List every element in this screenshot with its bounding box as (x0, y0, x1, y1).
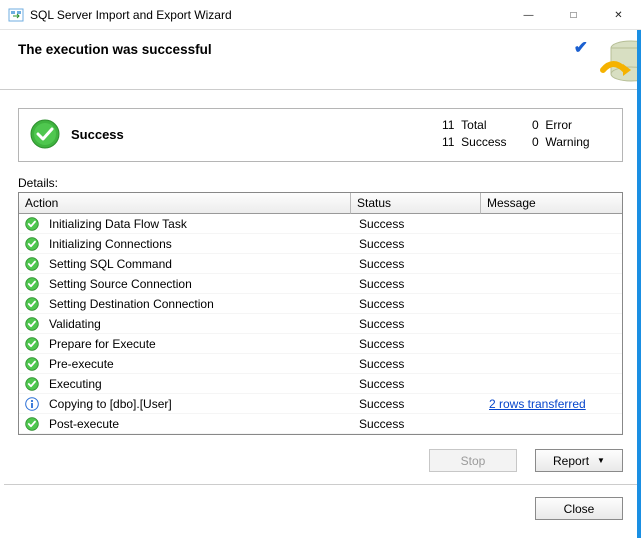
warning-count: 0 (532, 135, 539, 149)
table-row[interactable]: Prepare for ExecuteSuccess (19, 334, 622, 354)
table-row[interactable]: Initializing Data Flow TaskSuccess (19, 214, 622, 234)
success-label: Success (461, 135, 506, 149)
table-row[interactable]: Setting SQL CommandSuccess (19, 254, 622, 274)
window-title: SQL Server Import and Export Wizard (30, 8, 506, 22)
row-action: Executing (45, 377, 355, 391)
header-graphic-icon (591, 30, 641, 90)
report-button[interactable]: Report ▼ (535, 449, 623, 472)
row-status: Success (355, 277, 485, 291)
row-action: Copying to [dbo].[User] (45, 397, 355, 411)
success-icon (19, 297, 45, 311)
message-link[interactable]: 2 rows transferred (489, 397, 586, 411)
table-row[interactable]: Post-executeSuccess (19, 414, 622, 434)
summary-box: Success 11 Total 11 Success 0 Error 0 Wa… (18, 108, 623, 162)
row-status: Success (355, 257, 485, 271)
success-checkmark-icon: ✔ (574, 38, 588, 58)
close-button-label: Close (564, 502, 595, 516)
total-label: Total (461, 118, 486, 132)
row-message: 2 rows transferred (485, 397, 622, 411)
row-status: Success (355, 397, 485, 411)
row-action: Prepare for Execute (45, 337, 355, 351)
chevron-down-icon: ▼ (597, 456, 605, 465)
success-icon (19, 377, 45, 391)
row-action: Pre-execute (45, 357, 355, 371)
success-icon (19, 217, 45, 231)
action-button-row: Stop Report ▼ (0, 435, 641, 472)
success-icon (19, 317, 45, 331)
row-action: Validating (45, 317, 355, 331)
col-message[interactable]: Message (481, 193, 622, 214)
error-count: 0 (532, 118, 539, 132)
window-buttons: — □ ✕ (506, 0, 641, 29)
grid-header: Action Status Message (19, 193, 622, 214)
col-action[interactable]: Action (19, 193, 351, 214)
table-row[interactable]: Initializing ConnectionsSuccess (19, 234, 622, 254)
row-action: Setting SQL Command (45, 257, 355, 271)
warning-label: Warning (545, 135, 589, 149)
success-icon (19, 417, 45, 431)
report-button-label: Report (553, 454, 589, 468)
row-action: Initializing Data Flow Task (45, 217, 355, 231)
row-action: Setting Destination Connection (45, 297, 355, 311)
row-status: Success (355, 297, 485, 311)
row-status: Success (355, 317, 485, 331)
error-label: Error (545, 118, 572, 132)
footer: Close (0, 485, 641, 532)
table-row[interactable]: ValidatingSuccess (19, 314, 622, 334)
minimize-button[interactable]: — (506, 0, 551, 30)
row-status: Success (355, 377, 485, 391)
stop-button: Stop (429, 449, 517, 472)
header-band: The execution was successful ✔ (0, 30, 641, 90)
close-button[interactable]: Close (535, 497, 623, 520)
table-row[interactable]: Setting Destination ConnectionSuccess (19, 294, 622, 314)
right-edge-strip (637, 30, 641, 538)
table-row[interactable]: Setting Source ConnectionSuccess (19, 274, 622, 294)
success-count: 11 (442, 135, 454, 149)
close-window-button[interactable]: ✕ (596, 0, 641, 30)
page-title: The execution was successful (18, 42, 623, 57)
info-icon (19, 397, 45, 411)
details-grid: Action Status Message Initializing Data … (18, 192, 623, 435)
success-icon (19, 237, 45, 251)
maximize-button[interactable]: □ (551, 0, 596, 30)
total-count: 11 (442, 118, 454, 132)
row-action: Post-execute (45, 417, 355, 431)
row-status: Success (355, 237, 485, 251)
table-row[interactable]: Copying to [dbo].[User]Success 2 rows tra… (19, 394, 622, 414)
titlebar: SQL Server Import and Export Wizard — □ … (0, 0, 641, 30)
row-status: Success (355, 357, 485, 371)
row-action: Initializing Connections (45, 237, 355, 251)
row-status: Success (355, 337, 485, 351)
app-icon (8, 7, 24, 23)
success-icon (19, 277, 45, 291)
summary-counts: 11 Total 11 Success 0 Error 0 Warning (442, 117, 612, 151)
summary-label: Success (71, 127, 442, 142)
stop-button-label: Stop (461, 454, 486, 468)
success-icon (19, 257, 45, 271)
col-status[interactable]: Status (351, 193, 481, 214)
success-large-icon (29, 118, 61, 150)
table-row[interactable]: ExecutingSuccess (19, 374, 622, 394)
success-icon (19, 357, 45, 371)
row-action: Setting Source Connection (45, 277, 355, 291)
table-row[interactable]: Pre-executeSuccess (19, 354, 622, 374)
success-icon (19, 337, 45, 351)
row-status: Success (355, 217, 485, 231)
grid-body: Initializing Data Flow TaskSuccessInitia… (19, 214, 622, 434)
row-status: Success (355, 417, 485, 431)
details-label: Details: (18, 176, 623, 190)
